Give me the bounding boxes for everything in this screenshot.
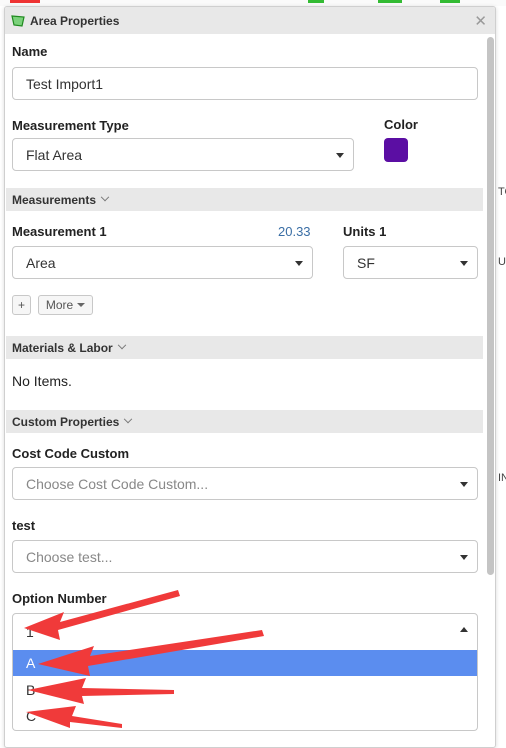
option-number-dropdown: A B C [12, 649, 478, 731]
chevron-down-icon [460, 261, 468, 266]
option-item-c[interactable]: C [13, 703, 477, 729]
panel-title: Area Properties [30, 13, 120, 28]
color-swatch[interactable] [384, 138, 408, 162]
option-number-value: 1 [26, 623, 34, 640]
cost-code-placeholder: Choose Cost Code Custom... [26, 475, 209, 492]
test-placeholder: Choose test... [26, 548, 113, 565]
background-mark [440, 0, 460, 3]
chevron-down-icon [295, 261, 303, 266]
measurement-1-select[interactable]: Area [12, 246, 313, 279]
chevron-down-icon [336, 153, 344, 158]
add-measurement-button[interactable]: + [12, 295, 31, 315]
measurement-1-select-value: Area [26, 254, 56, 271]
chevron-down-icon [77, 303, 86, 307]
units-1-select[interactable]: SF [343, 246, 478, 279]
cost-code-label: Cost Code Custom [12, 446, 129, 461]
panel-titlebar[interactable]: Area Properties ✕ [5, 7, 495, 34]
section-title: Custom Properties [12, 414, 120, 429]
chevron-down-icon [124, 414, 133, 423]
materials-section-header[interactable]: Materials & Labor [6, 336, 483, 359]
background-mark [378, 0, 402, 3]
close-icon[interactable]: ✕ [474, 12, 487, 30]
section-title: Materials & Labor [12, 340, 113, 355]
option-number-label: Option Number [12, 591, 107, 606]
chevron-down-icon [460, 555, 468, 560]
option-item-b[interactable]: B [13, 677, 477, 703]
chevron-down-icon [100, 192, 110, 201]
test-label: test [12, 518, 36, 533]
measurement-1-value: 20.33 [278, 224, 311, 239]
chevron-down-icon [117, 340, 126, 349]
background-label: IN [498, 472, 506, 484]
background-mark [10, 0, 40, 3]
materials-empty-text: No Items. [12, 373, 72, 389]
background-mark [308, 0, 324, 3]
chevron-down-icon [460, 482, 468, 487]
units-1-value: SF [357, 254, 375, 271]
measurement-type-select[interactable]: Flat Area [12, 138, 354, 171]
more-button-label: More [45, 298, 74, 312]
area-polygon-icon [11, 14, 25, 27]
background-label: TO [498, 186, 506, 198]
name-label: Name [12, 44, 48, 59]
measurement-type-label: Measurement Type [12, 118, 129, 133]
background-label: UT [498, 256, 506, 268]
test-select[interactable]: Choose test... [12, 540, 478, 573]
units-1-label: Units 1 [343, 224, 387, 239]
option-number-select[interactable]: 1 [12, 613, 478, 650]
measurement-type-value: Flat Area [26, 146, 83, 163]
section-title: Measurements [12, 192, 97, 207]
option-item-a[interactable]: A [13, 650, 477, 676]
chevron-up-icon [460, 627, 468, 632]
measurement-1-label: Measurement 1 [12, 224, 107, 239]
scrollbar-thumb[interactable] [487, 37, 494, 575]
color-label: Color [384, 117, 418, 132]
more-button[interactable]: More [38, 295, 93, 315]
area-properties-panel: Area Properties ✕ Name Test Import1 Meas… [4, 6, 496, 748]
custom-properties-section-header[interactable]: Custom Properties [6, 410, 483, 433]
name-input[interactable]: Test Import1 [12, 67, 478, 100]
measurements-section-header[interactable]: Measurements [6, 188, 483, 211]
cost-code-select[interactable]: Choose Cost Code Custom... [12, 467, 478, 500]
